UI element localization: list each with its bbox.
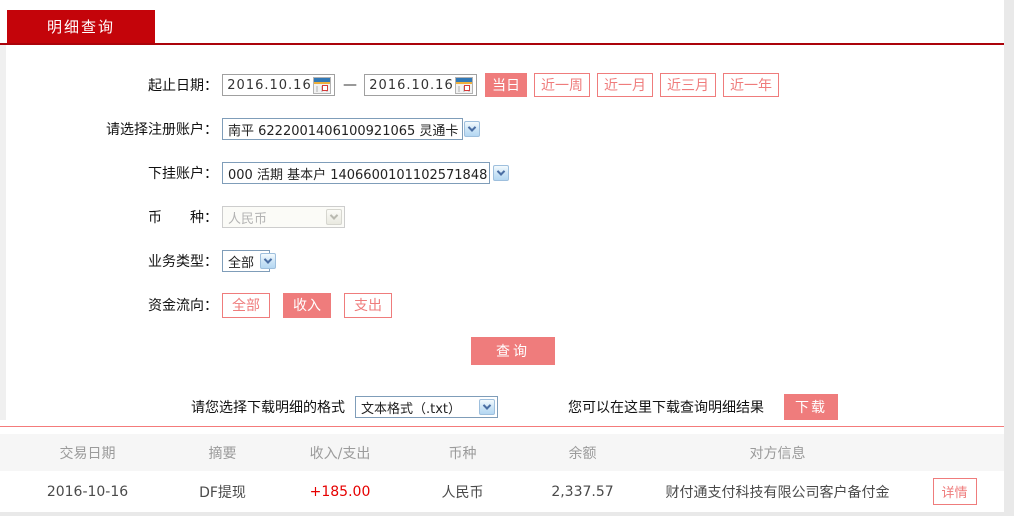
quick-range-quarter-button[interactable]: 近三月 bbox=[660, 73, 716, 97]
header-counterparty: 对方信息 bbox=[749, 445, 806, 462]
chevron-down-icon bbox=[326, 209, 342, 225]
cell-summary: DF提现 bbox=[199, 484, 246, 501]
chevron-down-icon[interactable] bbox=[493, 165, 510, 181]
fund-flow-option-label: 全部 bbox=[232, 298, 260, 314]
fund-flow-option-label: 支出 bbox=[354, 298, 382, 314]
cell-trade-date: 2016-10-16 bbox=[46, 483, 129, 500]
tab-detail-query[interactable]: 明细查询 bbox=[7, 10, 155, 43]
download-hint: 您可以在这里下载查询明细结果 bbox=[568, 400, 764, 416]
start-date-value: 2016.10.16 bbox=[227, 77, 312, 93]
download-format-label: 请您选择下载明细的格式 bbox=[191, 400, 345, 416]
date-range-row: 起止日期： 2016.10.16 — 2016.10.16 当日 近一周 近一月… bbox=[6, 73, 1004, 97]
calendar-icon[interactable] bbox=[455, 76, 473, 94]
cell-counterparty: 财付通支付科技有限公司客户备付金 bbox=[665, 484, 890, 501]
business-type-select[interactable]: 全部 bbox=[222, 250, 277, 272]
download-button[interactable]: 下载 bbox=[784, 394, 838, 420]
start-date-input[interactable]: 2016.10.16 bbox=[222, 74, 335, 96]
end-date-input[interactable]: 2016.10.16 bbox=[364, 74, 477, 96]
header-balance: 余额 bbox=[568, 445, 597, 462]
quick-range-today-button[interactable]: 当日 bbox=[485, 73, 527, 97]
fund-flow-option-label: 收入 bbox=[293, 298, 321, 314]
fund-flow-expense-button[interactable]: 支出 bbox=[344, 292, 392, 318]
chevron-down-icon[interactable] bbox=[479, 399, 495, 415]
detail-query-page: 明细查询 起止日期： 2016.10.16 — 2016.10.16 当日 近一… bbox=[0, 0, 1014, 516]
quick-range-label: 近三月 bbox=[667, 78, 709, 94]
fund-flow-row: 资金流向： 全部 收入 支出 bbox=[6, 292, 1004, 318]
header-income-expense: 收入/支出 bbox=[309, 445, 371, 462]
table-header-row: 交易日期 摘要 收入/支出 币种 余额 对方信息 bbox=[0, 434, 1004, 471]
cell-amount: +185.00 bbox=[309, 483, 371, 500]
quick-range-label: 当日 bbox=[492, 78, 520, 94]
download-format-select[interactable]: 文本格式（.txt） bbox=[355, 396, 498, 418]
currency-select: 人民币 bbox=[222, 206, 345, 228]
register-account-row: 请选择注册账户： 南平 6222001406100921065 灵通卡 bbox=[6, 117, 1004, 141]
currency-row: 币 种： 人民币 bbox=[6, 205, 1004, 229]
currency-value: 人民币 bbox=[228, 211, 268, 227]
download-format-value: 文本格式（.txt） bbox=[361, 401, 462, 417]
quick-range-year-button[interactable]: 近一年 bbox=[723, 73, 779, 97]
fund-flow-label: 资金流向： bbox=[148, 298, 218, 314]
cell-balance: 2,337.57 bbox=[551, 483, 614, 500]
tab-bar: 明细查询 bbox=[0, 0, 1004, 45]
business-type-label: 业务类型： bbox=[148, 254, 218, 270]
detail-button[interactable]: 详情 bbox=[932, 478, 977, 505]
quick-range-label: 近一周 bbox=[541, 78, 583, 94]
query-form: 起止日期： 2016.10.16 — 2016.10.16 当日 近一周 近一月… bbox=[0, 45, 1004, 420]
content-panel: 明细查询 起止日期： 2016.10.16 — 2016.10.16 当日 近一… bbox=[0, 0, 1004, 512]
sub-account-label: 下挂账户： bbox=[148, 166, 218, 182]
register-account-select[interactable]: 南平 6222001406100921065 灵通卡 bbox=[222, 118, 481, 140]
table-top-divider bbox=[0, 426, 1004, 427]
business-type-row: 业务类型： 全部 bbox=[6, 249, 1004, 273]
cell-action: 详情 bbox=[905, 478, 1004, 505]
table-row: 2016-10-16 DF提现 +185.00 人民币 2,337.57 财付通… bbox=[0, 471, 1004, 512]
end-date-value: 2016.10.16 bbox=[369, 77, 454, 93]
sub-account-value: 000 活期 基本户 1406600101102571848 bbox=[228, 167, 488, 183]
calendar-icon[interactable] bbox=[313, 76, 331, 94]
chevron-down-icon[interactable] bbox=[464, 121, 481, 137]
query-button[interactable]: 查询 bbox=[471, 337, 555, 365]
header-summary: 摘要 bbox=[208, 445, 237, 462]
fund-flow-income-button[interactable]: 收入 bbox=[283, 292, 331, 318]
business-type-value: 全部 bbox=[228, 255, 255, 271]
quick-range-week-button[interactable]: 近一周 bbox=[534, 73, 590, 97]
sub-account-select[interactable]: 000 活期 基本户 1406600101102571848 bbox=[222, 162, 510, 184]
quick-range-label: 近一年 bbox=[730, 78, 772, 94]
quick-range-month-button[interactable]: 近一月 bbox=[597, 73, 653, 97]
fund-flow-all-button[interactable]: 全部 bbox=[222, 292, 270, 318]
download-row: 请您选择下载明细的格式 文本格式（.txt） 您可以在这里下载查询明细结果 下载 bbox=[6, 394, 1004, 420]
date-separator: — bbox=[343, 77, 357, 93]
currency-label: 币 种： bbox=[148, 210, 218, 226]
sub-account-row: 下挂账户： 000 活期 基本户 1406600101102571848 bbox=[6, 161, 1004, 185]
register-account-value: 南平 6222001406100921065 灵通卡 bbox=[228, 123, 459, 139]
quick-range-label: 近一月 bbox=[604, 78, 646, 94]
header-currency: 币种 bbox=[448, 445, 477, 462]
tab-label: 明细查询 bbox=[46, 18, 115, 36]
header-trade-date: 交易日期 bbox=[59, 445, 116, 462]
date-range-label: 起止日期： bbox=[148, 78, 218, 94]
register-account-label: 请选择注册账户： bbox=[106, 122, 218, 138]
chevron-down-icon[interactable] bbox=[260, 253, 277, 269]
cell-currency: 人民币 bbox=[441, 484, 484, 501]
